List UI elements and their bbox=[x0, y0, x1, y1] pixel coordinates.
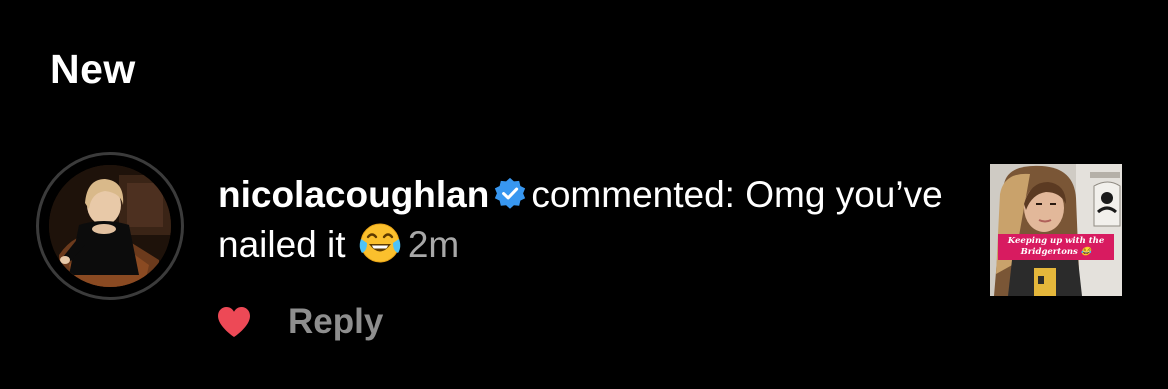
reply-button[interactable]: Reply bbox=[288, 300, 383, 344]
comment-actions: Reply bbox=[216, 300, 383, 344]
notification-text: nicolacoughlan commented: Omg you’ve nai… bbox=[218, 170, 958, 270]
avatar[interactable] bbox=[36, 152, 184, 300]
comment-notification[interactable]: nicolacoughlan commented: Omg you’ve nai… bbox=[0, 150, 1168, 350]
face-with-tears-of-joy-icon bbox=[359, 223, 401, 263]
thumbnail-caption: Keeping up with the Bridgertons 😂 bbox=[998, 234, 1114, 260]
username-link[interactable]: nicolacoughlan bbox=[218, 174, 489, 215]
section-title: New bbox=[50, 46, 136, 92]
post-thumbnail-image bbox=[990, 164, 1122, 296]
heart-icon[interactable] bbox=[216, 305, 252, 339]
verified-badge-icon bbox=[495, 177, 526, 209]
timestamp: 2m bbox=[407, 224, 460, 265]
avatar-image bbox=[49, 165, 171, 287]
action-text: commented: bbox=[531, 174, 735, 215]
post-thumbnail[interactable]: Keeping up with the Bridgertons 😂 bbox=[990, 164, 1122, 296]
avatar-photo-icon bbox=[49, 165, 171, 287]
